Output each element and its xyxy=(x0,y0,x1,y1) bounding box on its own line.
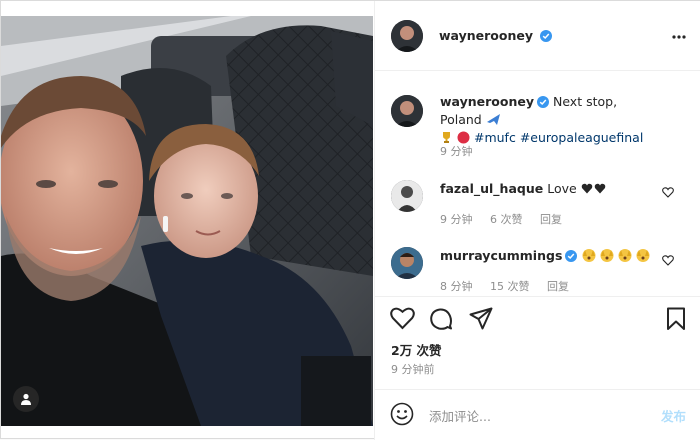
commenter-avatar[interactable] xyxy=(391,180,423,212)
black-heart-icon xyxy=(581,183,605,194)
comment-time: 8 分钟 xyxy=(440,280,473,293)
reply-button[interactable]: 回复 xyxy=(540,213,562,226)
commenter-username[interactable]: fazal_ul_haque xyxy=(440,181,543,196)
save-button[interactable] xyxy=(666,307,686,334)
airplane-icon xyxy=(486,114,500,125)
hands-face-icon xyxy=(582,249,650,262)
author-avatar[interactable] xyxy=(391,20,423,52)
post-comment-button[interactable]: 发布 xyxy=(661,406,686,425)
comment-text: murraycummings xyxy=(440,247,656,265)
commenter-avatar[interactable] xyxy=(391,247,423,279)
comment-item: murraycummings 8 分钟 15 次赞 回复 xyxy=(375,243,700,298)
share-button[interactable] xyxy=(469,307,493,333)
post-photo[interactable] xyxy=(1,16,373,426)
selfie-image xyxy=(1,16,373,426)
post-side-panel: waynerooney waynerooney Next stop, Polan… xyxy=(374,1,700,440)
comment-likes[interactable]: 15 次赞 xyxy=(490,280,530,293)
caption: waynerooney Next stop, Poland #mufc #eur… xyxy=(375,89,700,159)
comment-input[interactable]: 添加评论... xyxy=(429,406,491,425)
share-icon xyxy=(469,307,493,330)
heart-icon[interactable] xyxy=(662,187,674,198)
comment-meta: 8 分钟 15 次赞 回复 xyxy=(440,278,583,294)
caption-avatar[interactable] xyxy=(391,95,423,127)
heart-icon xyxy=(390,307,415,330)
bookmark-icon xyxy=(667,307,685,330)
likes-count[interactable]: 2万 次赞 xyxy=(391,340,442,359)
verified-badge-icon xyxy=(539,30,552,42)
reply-button[interactable]: 回复 xyxy=(547,280,569,293)
post-container: waynerooney waynerooney Next stop, Polan… xyxy=(0,0,700,440)
hashtag-europaleaguefinal[interactable]: #europaleaguefinal xyxy=(520,130,644,145)
comment-body: Love xyxy=(547,181,577,196)
caption-text: waynerooney Next stop, Poland #mufc #eur… xyxy=(440,93,656,147)
author-username[interactable]: waynerooney xyxy=(439,28,533,43)
heart-icon[interactable] xyxy=(662,255,674,266)
comment-icon xyxy=(430,308,452,330)
comment-time: 9 分钟 xyxy=(440,213,473,226)
comment-text: fazal_ul_haque Love xyxy=(440,180,656,198)
caption-meta: 9 分钟 xyxy=(440,143,487,159)
comment-button[interactable] xyxy=(429,307,453,334)
like-button[interactable] xyxy=(390,307,415,333)
emoji-icon[interactable] xyxy=(390,402,414,426)
comment-meta: 9 分钟 6 次赞 回复 xyxy=(440,211,576,227)
post-actions: 2万 次赞 9 分钟前 xyxy=(375,296,700,386)
comment-likes[interactable]: 6 次赞 xyxy=(490,213,523,226)
verified-badge-icon xyxy=(565,250,578,262)
commenter-username[interactable]: murraycummings xyxy=(440,248,562,263)
verified-badge-icon xyxy=(537,96,549,108)
user-tag-icon xyxy=(21,393,31,405)
user-tag-button[interactable] xyxy=(13,386,39,412)
more-options-button[interactable] xyxy=(672,28,686,42)
caption-username[interactable]: waynerooney xyxy=(440,94,534,109)
add-comment-bar: 添加评论... 发布 xyxy=(375,389,700,440)
comment-item: fazal_ul_haque Love 9 分钟 6 次赞 回复 xyxy=(375,176,700,231)
more-options-icon xyxy=(672,35,686,39)
post-timestamp[interactable]: 9 分钟前 xyxy=(391,361,435,377)
post-header: waynerooney xyxy=(375,1,700,71)
caption-time: 9 分钟 xyxy=(440,145,473,158)
